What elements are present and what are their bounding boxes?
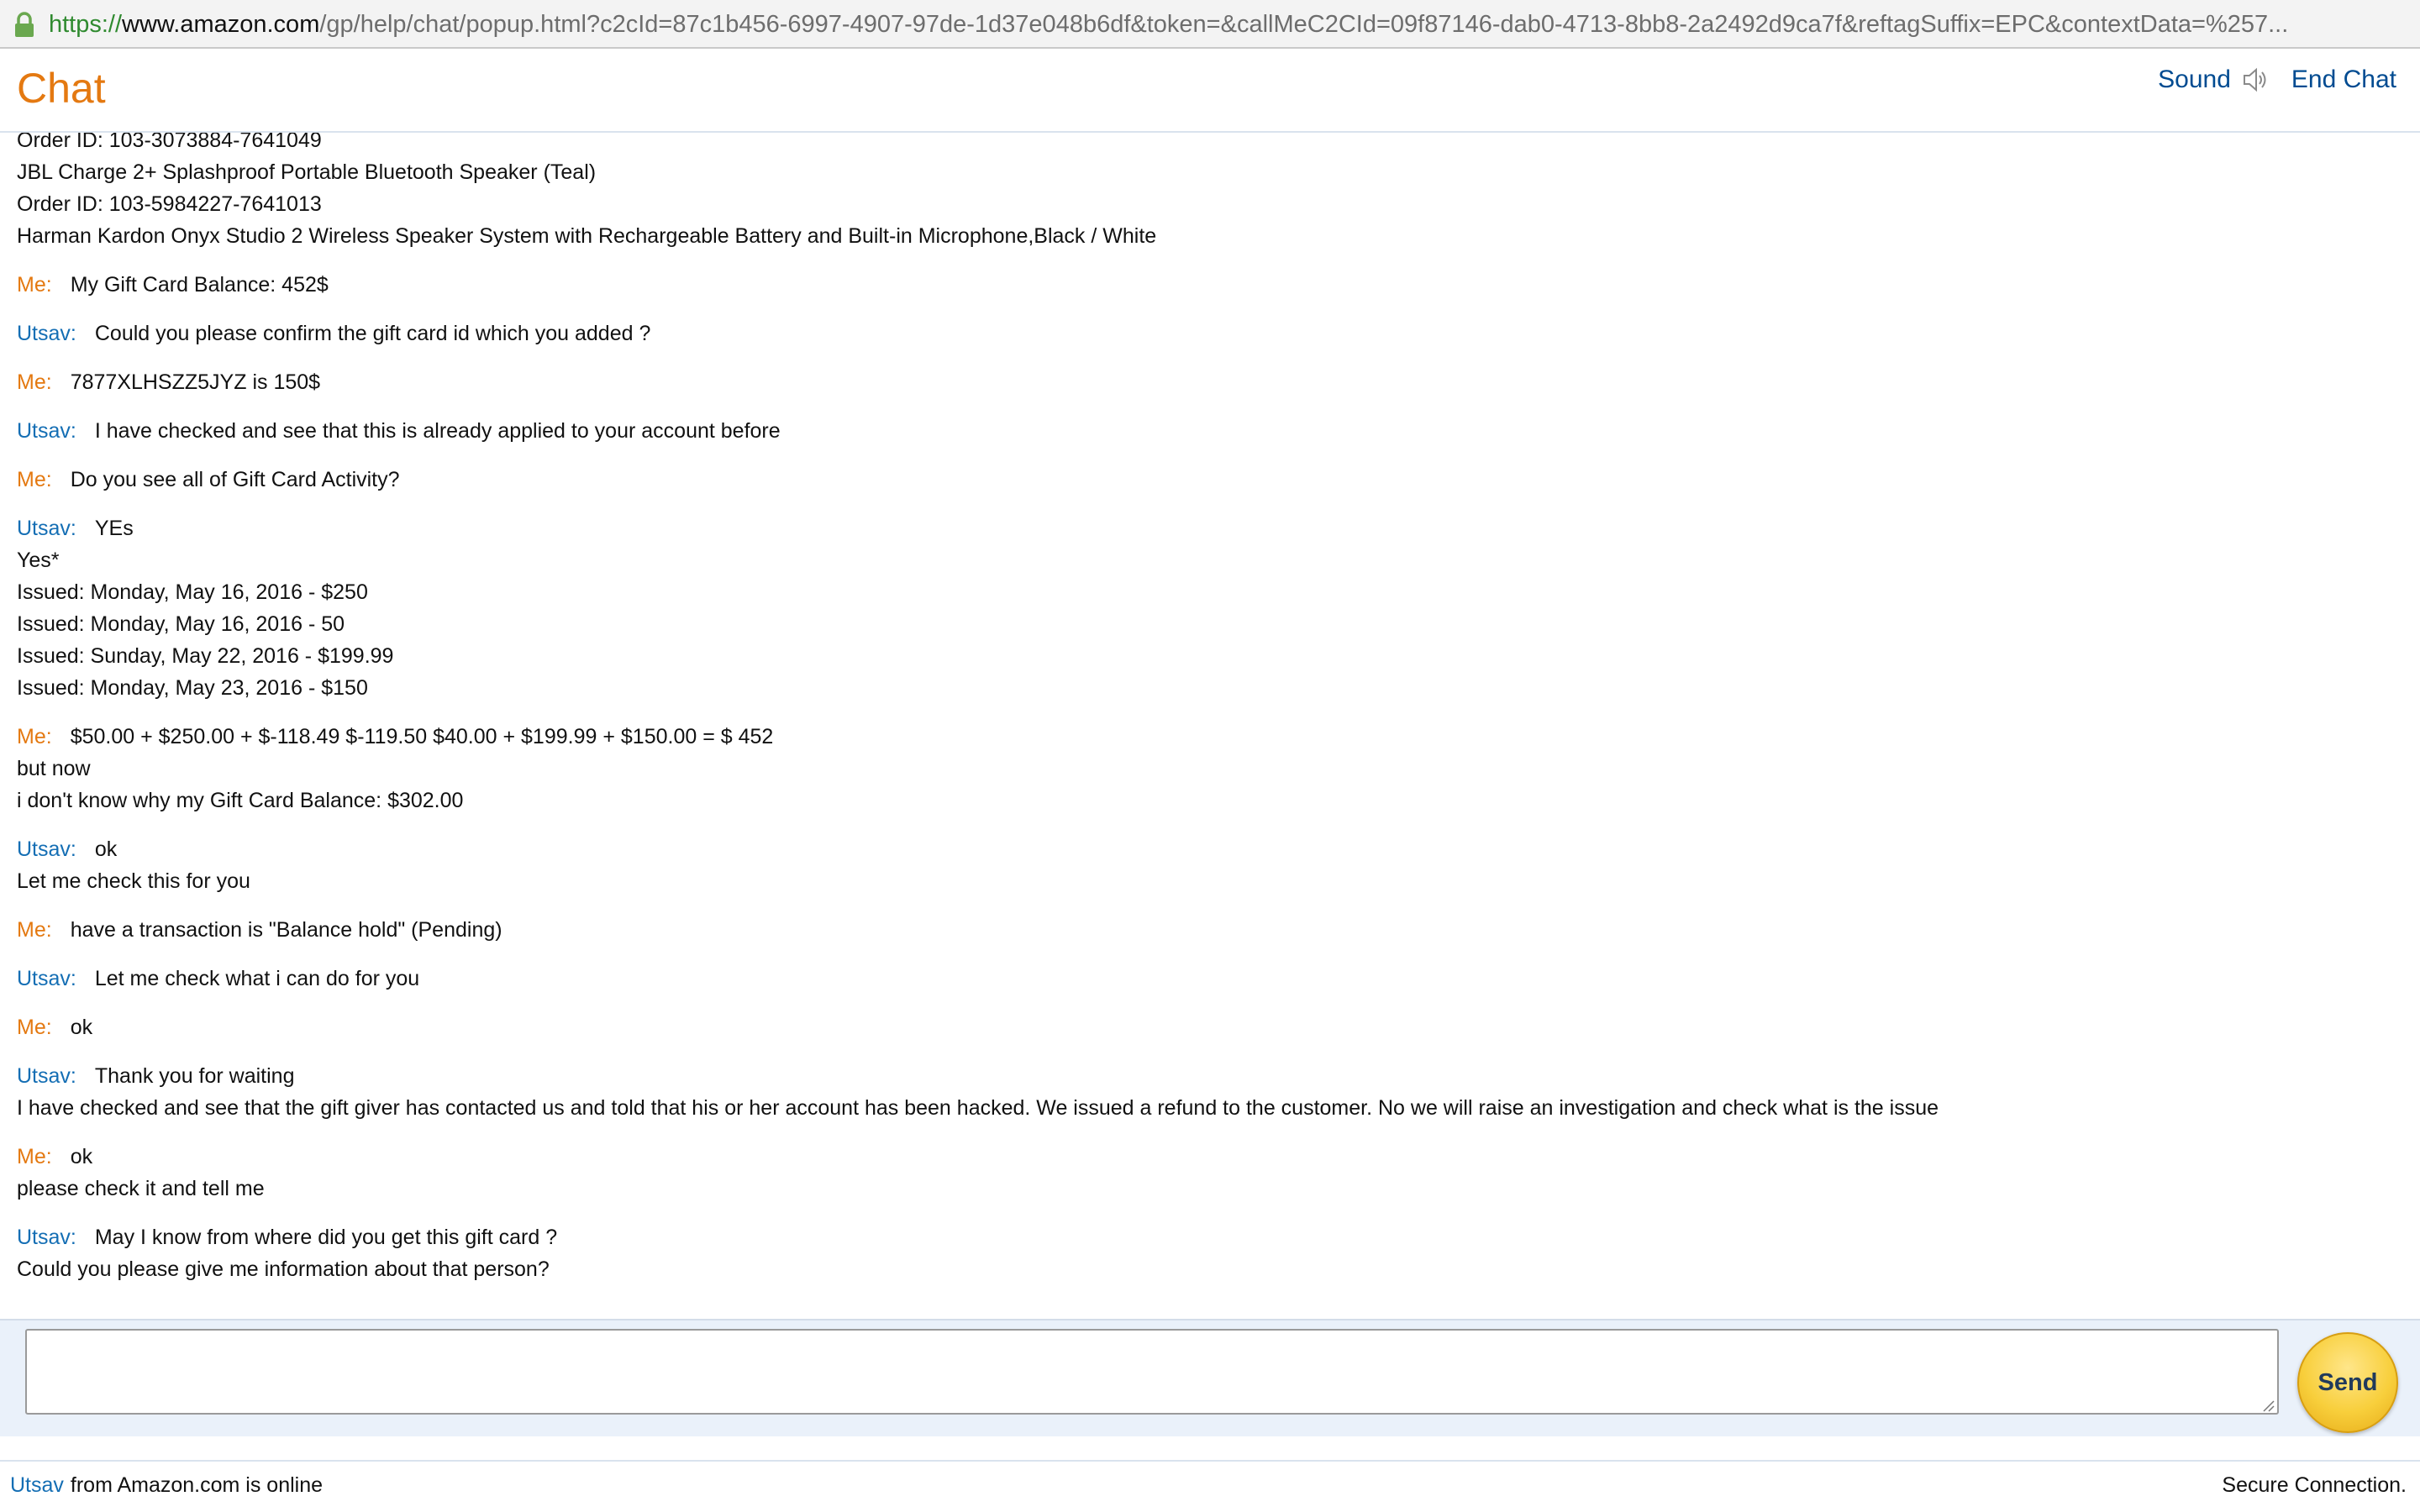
url-protocol: https://: [49, 11, 123, 38]
footer-divider: [0, 1460, 2420, 1462]
send-button[interactable]: Send: [2297, 1332, 2398, 1433]
speaker-label-me: Me:: [17, 725, 52, 748]
message-first-line: Utsav: Thank you for waiting: [17, 1060, 2420, 1092]
message-first-line: Utsav: I have checked and see that this i…: [17, 415, 2420, 447]
speaker-label-agent: Utsav:: [17, 517, 76, 540]
chat-message: Utsav: ok Let me check this for you: [17, 833, 2420, 897]
message-text: ok: [70, 1145, 93, 1168]
speaker-label-agent: Utsav:: [17, 322, 76, 345]
message-text: Do you see all of Gift Card Activity?: [70, 468, 400, 491]
message-first-line: Utsav: May I know from where did you get …: [17, 1221, 2420, 1253]
page-title: Chat: [17, 65, 106, 112]
chat-message: Utsav: YEs Yes* Issued: Monday, May 16, 201…: [17, 512, 2420, 704]
message-first-line: Utsav: ok: [17, 833, 2420, 865]
message-line: Issued: Monday, May 16, 2016 - $250: [17, 580, 368, 604]
message-first-line: Me: ok: [17, 1011, 2420, 1043]
message-text: have a transaction is "Balance hold" (Pe…: [70, 918, 502, 942]
message-line: Issued: Sunday, May 22, 2016 - $199.99: [17, 644, 394, 668]
message-line: Yes*: [17, 549, 60, 572]
message-line: i don't know why my Gift Card Balance: $…: [17, 789, 464, 812]
speaker-label-agent: Utsav:: [17, 1064, 76, 1088]
chat-message-partial: Order ID: 103-3073884-7641049 JBL Charge …: [17, 133, 2420, 252]
browser-url-bar[interactable]: https://www.amazon.com/gp/help/chat/popu…: [0, 0, 2420, 49]
message-line: Order ID: 103-3073884-7641049: [17, 133, 322, 152]
message-text: 7877XLHSZZ5JYZ is 150$: [70, 370, 321, 394]
agent-status-text: from Amazon.com is online: [70, 1473, 324, 1497]
message-first-line: Me: 7877XLHSZZ5JYZ is 150$: [17, 366, 2420, 398]
chat-message: Utsav: May I know from where did you get …: [17, 1221, 2420, 1285]
chat-message: Me: 7877XLHSZZ5JYZ is 150$: [17, 366, 2420, 398]
chat-message: Utsav: Thank you for waiting I have checke…: [17, 1060, 2420, 1124]
url-path: /gp/help/chat/popup.html?c2cId=87c1b456-…: [319, 11, 2289, 38]
message-line: but now: [17, 757, 91, 780]
message-text: Let me check what i can do for you: [94, 967, 420, 990]
speaker-label-me: Me:: [17, 918, 52, 942]
message-line: please check it and tell me: [17, 1177, 265, 1200]
message-text: Thank you for waiting: [94, 1064, 295, 1088]
chat-message: Me: ok please check it and tell me: [17, 1141, 2420, 1205]
message-line: Issued: Monday, May 16, 2016 - 50: [17, 612, 345, 636]
message-first-line: Me: Do you see all of Gift Card Activity?: [17, 464, 2420, 496]
chat-message: Me: My Gift Card Balance: 452$: [17, 269, 2420, 301]
chat-transcript[interactable]: Order ID: 103-3073884-7641049 JBL Charge …: [0, 133, 2420, 1319]
message-text: YEs: [94, 517, 134, 540]
chat-message: Utsav: I have checked and see that this i…: [17, 415, 2420, 447]
speaker-label-me: Me:: [17, 273, 52, 297]
message-line: I have checked and see that the gift giv…: [17, 1096, 1939, 1120]
chat-message: Me: have a transaction is "Balance hold" …: [17, 914, 2420, 946]
message-first-line: Utsav: Could you please confirm the gift …: [17, 318, 2420, 349]
message-first-line: Me: have a transaction is "Balance hold" …: [17, 914, 2420, 946]
speaker-label-me: Me:: [17, 370, 52, 394]
message-line: JBL Charge 2+ Splashproof Portable Bluet…: [17, 160, 597, 184]
speaker-label-agent: Utsav:: [17, 1226, 76, 1249]
status-footer: Utsav from Amazon.com is online Secure Co…: [0, 1436, 2420, 1512]
speaker-label-agent: Utsav:: [17, 837, 76, 861]
message-text: ok: [94, 837, 118, 861]
message-text: I have checked and see that this is alre…: [94, 419, 781, 443]
message-first-line: Utsav: YEs: [17, 512, 2420, 544]
url-text[interactable]: https://www.amazon.com/gp/help/chat/popu…: [49, 8, 2402, 40]
chat-message: Utsav: Could you please confirm the gift …: [17, 318, 2420, 349]
chat-message: Me: ok: [17, 1011, 2420, 1043]
agent-name-link[interactable]: Utsav: [10, 1473, 64, 1497]
message-text: My Gift Card Balance: 452$: [70, 273, 329, 297]
chat-message: Utsav: Let me check what i can do for you: [17, 963, 2420, 995]
speaker-label-agent: Utsav:: [17, 419, 76, 443]
composer-area: Send: [0, 1319, 2420, 1436]
resize-grip-icon[interactable]: [2260, 1398, 2275, 1413]
message-line: Could you please give me information abo…: [17, 1257, 550, 1281]
speaker-label-me: Me:: [17, 1145, 52, 1168]
message-line: Issued: Monday, May 23, 2016 - $150: [17, 676, 368, 700]
message-text: Could you please confirm the gift card i…: [94, 322, 651, 345]
message-line: Order ID: 103-5984227-7641013: [17, 192, 322, 216]
message-first-line: Utsav: Let me check what i can do for you: [17, 963, 2420, 995]
secure-connection-label: Secure Connection.: [2222, 1473, 2407, 1497]
chat-header: Chat Sound End Chat: [0, 49, 2420, 133]
url-host: www.amazon.com: [122, 11, 320, 38]
agent-status: Utsav from Amazon.com is online: [10, 1473, 323, 1498]
header-actions: Sound End Chat: [2158, 66, 2396, 94]
message-text: ok: [70, 1016, 93, 1039]
message-text: May I know from where did you get this g…: [94, 1226, 558, 1249]
sound-toggle-link[interactable]: Sound: [2158, 66, 2231, 94]
message-line: Harman Kardon Onyx Studio 2 Wireless Spe…: [17, 224, 1157, 248]
message-line: Let me check this for you: [17, 869, 250, 893]
message-first-line: Me: My Gift Card Balance: 452$: [17, 269, 2420, 301]
message-first-line: Me: ok: [17, 1141, 2420, 1173]
speaker-label-me: Me:: [17, 1016, 52, 1039]
chat-message: Me: Do you see all of Gift Card Activity?: [17, 464, 2420, 496]
speaker-icon[interactable]: [2241, 66, 2270, 94]
end-chat-link[interactable]: End Chat: [2291, 66, 2396, 94]
chat-message-input[interactable]: [25, 1329, 2279, 1415]
lock-icon: [15, 12, 34, 37]
speaker-label-agent: Utsav:: [17, 967, 76, 990]
message-text: $50.00 + $250.00 + $-118.49 $-119.50 $40…: [70, 725, 774, 748]
chat-message: Me: $50.00 + $250.00 + $-118.49 $-119.50 …: [17, 721, 2420, 816]
speaker-label-me: Me:: [17, 468, 52, 491]
message-first-line: Me: $50.00 + $250.00 + $-118.49 $-119.50 …: [17, 721, 2420, 753]
